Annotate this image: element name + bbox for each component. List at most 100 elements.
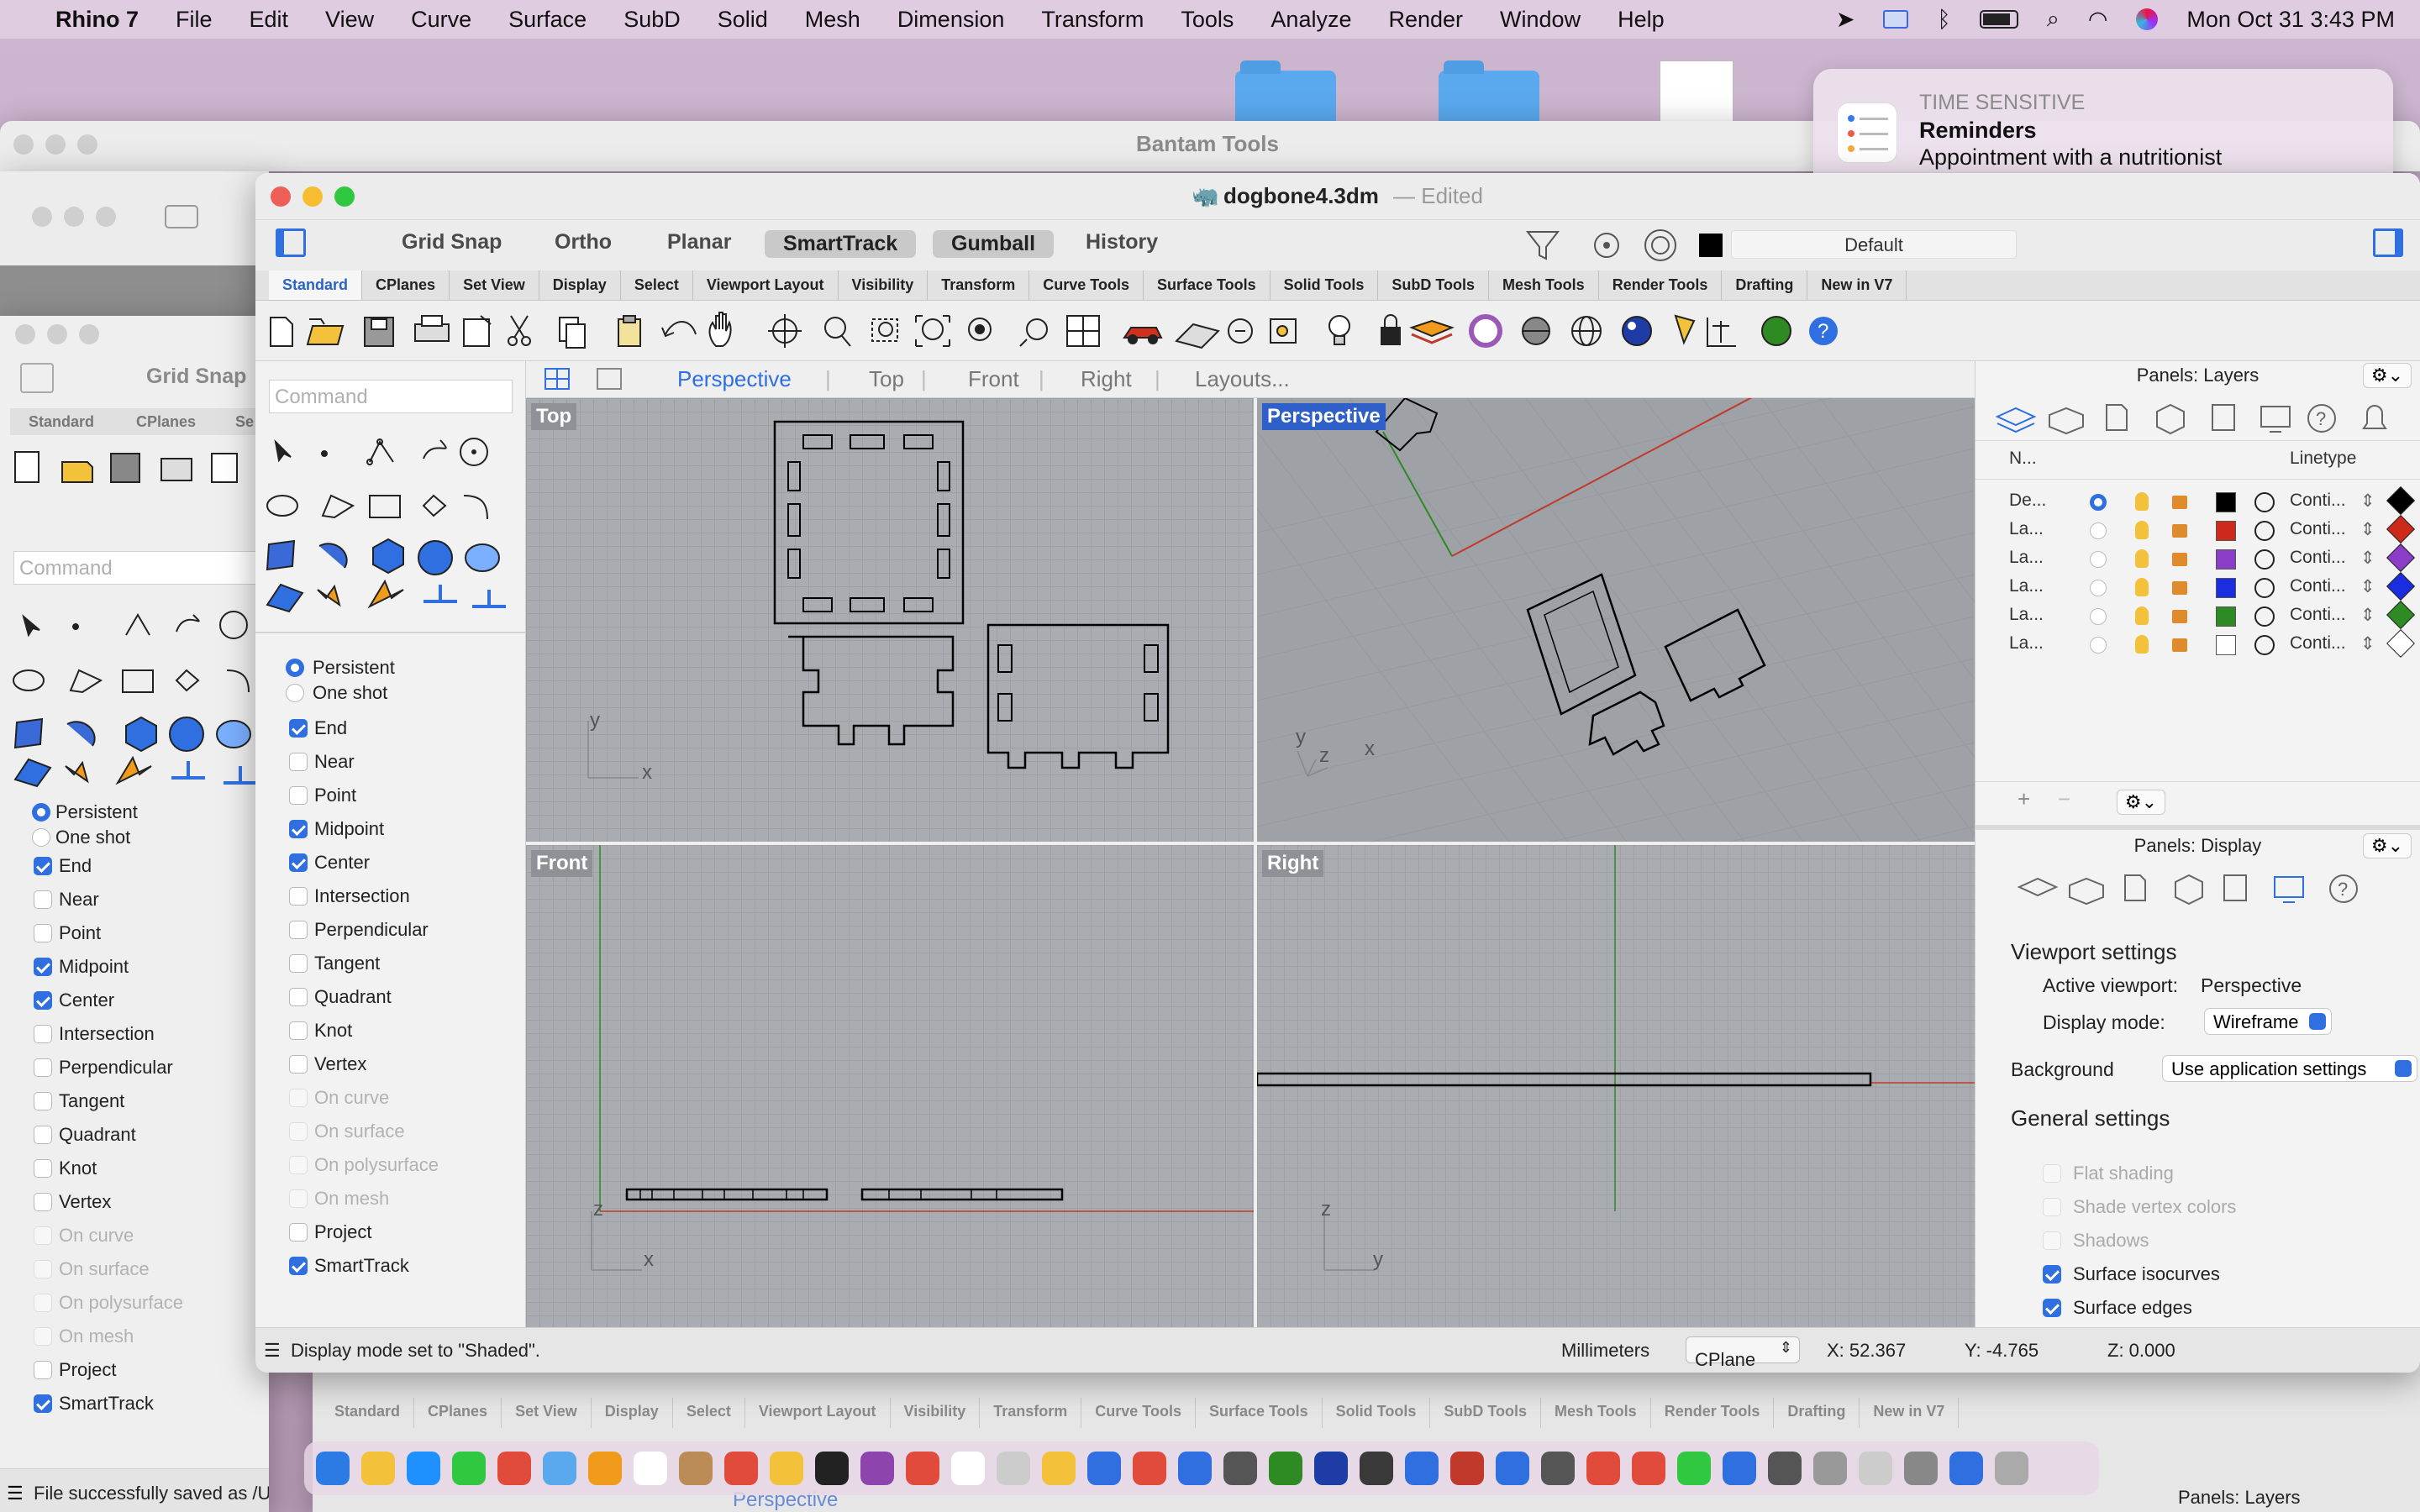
dock-app-icon[interactable]	[634, 1452, 667, 1485]
persistent-radio[interactable]	[286, 659, 304, 677]
grid-snap-label[interactable]: Grid Snap	[146, 365, 246, 389]
dock-app-icon[interactable]	[543, 1452, 576, 1485]
menu-transform[interactable]: Transform	[1023, 7, 1162, 33]
osnap-quadrant-checkbox[interactable]	[34, 1126, 52, 1144]
clock[interactable]: Mon Oct 31 3:43 PM	[2186, 7, 2395, 33]
search-icon[interactable]: ⌕	[2047, 6, 2060, 33]
viewport-label-top[interactable]: Top	[531, 403, 577, 430]
minimize-button[interactable]	[47, 324, 67, 344]
viewport-top[interactable]: Top y x	[526, 398, 1254, 842]
sidebar-toggle-icon[interactable]	[20, 363, 54, 393]
osnap-midpoint-checkbox[interactable]	[34, 958, 52, 976]
dock-app-icon[interactable]	[1632, 1452, 1665, 1485]
menu-curve[interactable]: Curve	[392, 7, 490, 33]
menu-app-name[interactable]: Rhino 7	[37, 7, 157, 33]
material-icon[interactable]	[2254, 549, 2275, 570]
menu-tools[interactable]: Tools	[1162, 7, 1252, 33]
tab-setview[interactable]: Se	[235, 413, 254, 431]
one-shot-radio[interactable]	[32, 828, 50, 847]
osnap-vertex-checkbox[interactable]	[34, 1193, 52, 1211]
visibility-bulb-icon[interactable]	[2135, 492, 2149, 511]
layer-linetype[interactable]: Conti...	[2290, 519, 2346, 539]
print-color-icon[interactable]	[2386, 572, 2415, 601]
dock-app-icon[interactable]	[1269, 1452, 1302, 1485]
layers-gear-icon[interactable]: ⚙⌄	[2363, 363, 2412, 388]
lock-icon[interactable]	[2172, 524, 2187, 538]
tab-layouts[interactable]: Layouts...	[1195, 366, 1290, 392]
tab-set-view[interactable]: Set View	[450, 270, 539, 300]
four-viewport-layout-icon[interactable]	[544, 368, 570, 390]
osnap-tangent-checkbox[interactable]	[34, 1092, 52, 1110]
dock-app-icon[interactable]	[770, 1452, 803, 1485]
osnap-on-surface-checkbox[interactable]	[34, 1260, 52, 1278]
layer-linetype[interactable]: Conti...	[2290, 605, 2346, 625]
viewport-perspective[interactable]: Perspective y z x	[1257, 398, 1975, 842]
osnap-point-checkbox[interactable]	[289, 786, 308, 805]
lock-icon[interactable]	[2172, 581, 2187, 595]
osnap-on-polysurface-checkbox[interactable]	[34, 1294, 52, 1312]
display-gear-icon[interactable]: ⚙⌄	[2363, 833, 2412, 858]
dock-app-icon[interactable]	[407, 1452, 440, 1485]
dock-app-icon[interactable]	[724, 1452, 758, 1485]
dock-app-icon[interactable]	[1360, 1452, 1393, 1485]
material-icon[interactable]	[2254, 521, 2275, 541]
battery-icon[interactable]	[1979, 10, 2018, 29]
osnap-project-checkbox[interactable]	[289, 1223, 308, 1242]
menu-surface[interactable]: Surface	[490, 7, 605, 33]
material-icon[interactable]	[2254, 635, 2275, 655]
osnap-center-checkbox[interactable]	[34, 991, 52, 1010]
tab-visibility[interactable]: Visibility	[839, 270, 929, 300]
tab-right[interactable]: Right	[1081, 366, 1132, 392]
lock-icon[interactable]	[2172, 496, 2187, 509]
zoom-button[interactable]	[96, 207, 116, 227]
layer-row[interactable]: De... Conti... ⇕	[1975, 486, 2420, 516]
osnap-on-mesh-checkbox[interactable]	[289, 1189, 308, 1208]
osnap-on-polysurface-checkbox[interactable]	[289, 1156, 308, 1174]
current-layer-radio[interactable]	[2090, 608, 2107, 625]
zoom-button[interactable]	[334, 186, 355, 207]
dock-app-icon[interactable]	[1904, 1452, 1938, 1485]
dock-app-icon[interactable]	[1178, 1452, 1212, 1485]
visibility-bulb-icon[interactable]	[2135, 606, 2149, 625]
visibility-bulb-icon[interactable]	[2135, 549, 2149, 568]
add-layer-button[interactable]: +	[2018, 786, 2030, 812]
osnap-tangent-checkbox[interactable]	[289, 954, 308, 973]
ortho-toggle[interactable]: Ortho	[555, 230, 612, 255]
lock-icon[interactable]	[2172, 553, 2187, 566]
osnap-intersection-checkbox[interactable]	[34, 1025, 52, 1043]
gumball-toggle[interactable]: Gumball	[933, 230, 1055, 258]
dock-app-icon[interactable]	[497, 1452, 531, 1485]
history-toggle[interactable]: History	[1086, 230, 1158, 255]
minimize-button[interactable]	[302, 186, 323, 207]
dock-app-icon[interactable]	[1949, 1452, 1983, 1485]
dock-app-icon[interactable]	[1586, 1452, 1620, 1485]
tab-render-tools[interactable]: Render Tools	[1599, 270, 1723, 300]
tab-subd-tools[interactable]: SubD Tools	[1378, 270, 1490, 300]
one-shot-radio[interactable]	[286, 684, 304, 702]
list-icon[interactable]: ☰	[7, 1483, 24, 1504]
minimize-button[interactable]	[64, 207, 84, 227]
osnap-midpoint-checkbox[interactable]	[289, 820, 308, 838]
dock-app-icon[interactable]	[1314, 1452, 1348, 1485]
osnap-knot-checkbox[interactable]	[34, 1159, 52, 1178]
layer-row[interactable]: La... Conti... ⇕	[1975, 601, 2420, 630]
zoom-button[interactable]	[77, 134, 97, 155]
dock-app-icon[interactable]	[588, 1452, 622, 1485]
close-button[interactable]	[271, 186, 291, 207]
osnap-point-checkbox[interactable]	[34, 924, 52, 942]
menu-file[interactable]: File	[157, 7, 231, 33]
osnap-perpendicular-checkbox[interactable]	[289, 921, 308, 939]
location-icon[interactable]: ➤	[1836, 7, 1855, 33]
print-color-icon[interactable]	[2386, 515, 2415, 543]
print-color-icon[interactable]	[2386, 543, 2415, 572]
tab-drafting[interactable]: Drafting	[1722, 270, 1808, 300]
dock-app-icon[interactable]	[1995, 1452, 2028, 1485]
material-icon[interactable]	[2254, 492, 2275, 512]
tab-new-in-v7[interactable]: New in V7	[1807, 270, 1907, 300]
display-option-checkbox[interactable]	[2043, 1231, 2061, 1250]
zoom-button[interactable]	[79, 324, 99, 344]
current-layer-radio[interactable]	[2090, 494, 2107, 511]
osnap-project-checkbox[interactable]	[34, 1361, 52, 1379]
osnap-on-curve-checkbox[interactable]	[289, 1089, 308, 1107]
tab-cplanes[interactable]: CPlanes	[136, 413, 196, 431]
